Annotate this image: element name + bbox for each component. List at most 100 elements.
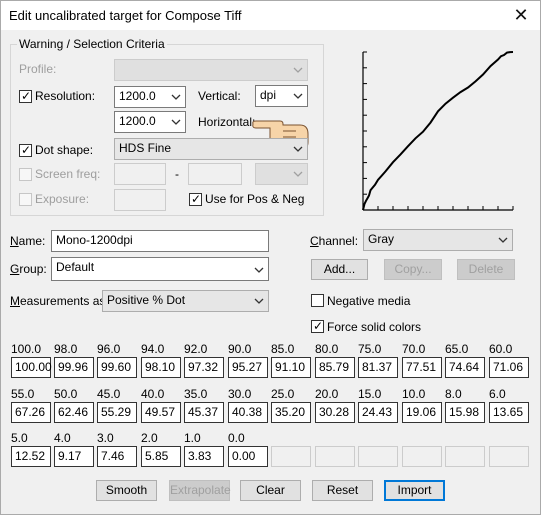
table-header-cell: 96.0	[97, 342, 121, 356]
extrapolate-button[interactable]: Extrapolate	[169, 480, 231, 501]
table-value-cell[interactable]: 35.20	[271, 402, 311, 423]
negative-media-checkbox[interactable]	[311, 294, 324, 307]
table-header-cell: 50.0	[54, 387, 78, 401]
resolution-label: Resolution:	[35, 89, 96, 103]
chevron-down-icon	[293, 93, 303, 99]
table-value-cell[interactable]: 30.28	[315, 402, 355, 423]
table-header-cell: 35.0	[184, 387, 208, 401]
resolution-horizontal-combo[interactable]: 1200.0	[114, 111, 186, 133]
reset-button[interactable]: Reset	[312, 480, 373, 501]
table-value-cell[interactable]	[445, 446, 485, 467]
name-value: Mono-1200dpi	[56, 233, 133, 247]
table-value-cell[interactable]: 100.00	[11, 357, 52, 378]
table-value-cell[interactable]: 99.96	[54, 357, 94, 378]
check-icon: ✓	[191, 192, 202, 206]
channel-select[interactable]: Gray	[363, 229, 513, 251]
measurements-select[interactable]: Positive % Dot	[102, 290, 269, 312]
screen-freq-unit-select[interactable]	[255, 163, 308, 185]
table-value-cell[interactable]: 55.29	[97, 402, 137, 423]
table-value-cell[interactable]: 7.46	[97, 446, 137, 467]
screen-freq-max-input[interactable]	[188, 163, 242, 185]
chevron-down-icon	[293, 67, 303, 73]
measurements-label: Measurements as:	[10, 294, 109, 308]
table-value-cell[interactable]: 62.46	[54, 402, 94, 423]
chevron-down-icon	[254, 298, 264, 304]
copy-button[interactable]: Copy...	[384, 259, 442, 280]
force-solid-checkbox[interactable]: ✓	[311, 320, 324, 333]
table-header-cell: 75.0	[358, 342, 382, 356]
table-header-cell: 3.0	[97, 431, 114, 445]
negative-media-label: Negative media	[327, 294, 411, 308]
delete-button[interactable]: Delete	[457, 259, 515, 280]
table-header-cell: 98.0	[54, 342, 78, 356]
force-solid-label: Force solid colors	[327, 320, 422, 334]
table-value-cell[interactable]: 24.43	[358, 402, 398, 423]
table-value-cell[interactable]	[489, 446, 529, 467]
name-input[interactable]: Mono-1200dpi	[51, 230, 269, 252]
table-value-cell[interactable]: 45.37	[184, 402, 224, 423]
table-value-cell[interactable]: 98.10	[141, 357, 181, 378]
table-value-cell[interactable]	[271, 446, 311, 467]
close-icon[interactable]: ✕	[509, 4, 533, 26]
resolution-vertical-combo[interactable]: 1200.0	[114, 86, 186, 108]
channel-label: Channel:	[310, 234, 359, 248]
table-header-cell: 6.0	[489, 387, 506, 401]
check-icon: ✓	[21, 143, 32, 157]
table-value-cell[interactable]: 40.38	[228, 402, 268, 423]
table-value-cell[interactable]: 0.00	[228, 446, 268, 467]
screen-freq-label: Screen freq:	[35, 167, 101, 181]
unit-select[interactable]: dpi	[255, 85, 308, 107]
name-label: Name:	[10, 234, 46, 248]
resolution-checkbox[interactable]: ✓	[19, 90, 32, 103]
clear-button[interactable]: Clear	[240, 480, 301, 501]
table-header-cell: 92.0	[184, 342, 208, 356]
use-pos-neg-checkbox[interactable]: ✓	[189, 193, 202, 206]
screen-freq-checkbox[interactable]	[19, 168, 32, 181]
table-header-cell: 8.0	[445, 387, 462, 401]
measurements-value: Positive % Dot	[107, 293, 186, 307]
table-value-cell[interactable]: 9.17	[54, 446, 94, 467]
table-header-cell: 2.0	[141, 431, 158, 445]
table-value-cell[interactable]	[402, 446, 442, 467]
dot-shape-checkbox[interactable]: ✓	[19, 144, 32, 157]
smooth-button[interactable]: Smooth	[96, 480, 157, 501]
table-value-cell[interactable]: 99.60	[97, 357, 137, 378]
import-button[interactable]: Import	[384, 480, 445, 501]
table-value-cell[interactable]: 12.52	[11, 446, 51, 467]
table-value-cell[interactable]: 77.51	[402, 357, 442, 378]
table-value-cell[interactable]: 3.83	[184, 446, 224, 467]
table-value-cell[interactable]: 85.79	[315, 357, 355, 378]
table-header-cell: 55.0	[11, 387, 35, 401]
table-value-cell[interactable]: 97.32	[184, 357, 224, 378]
screen-freq-min-input[interactable]	[114, 163, 166, 185]
table-value-cell[interactable]: 13.65	[489, 402, 529, 423]
table-header-cell: 5.0	[11, 431, 28, 445]
table-value-cell[interactable]: 67.26	[11, 402, 51, 423]
resolution-vertical-value: 1200.0	[119, 89, 156, 103]
table-value-cell[interactable]: 81.37	[358, 357, 398, 378]
table-value-cell[interactable]: 5.85	[141, 446, 181, 467]
table-value-cell[interactable]: 95.27	[228, 357, 268, 378]
table-header-cell: 100.0	[11, 342, 42, 356]
table-header-cell: 85.0	[271, 342, 295, 356]
chevron-down-icon	[293, 146, 303, 152]
table-header-cell: 65.0	[445, 342, 469, 356]
exposure-checkbox[interactable]	[19, 193, 32, 206]
add-button[interactable]: Add...	[311, 259, 368, 280]
table-value-cell[interactable]: 49.57	[141, 402, 181, 423]
table-value-cell[interactable]: 91.10	[271, 357, 311, 378]
table-value-cell[interactable]	[315, 446, 355, 467]
table-value-cell[interactable]: 19.06	[402, 402, 442, 423]
table-header-cell: 45.0	[97, 387, 121, 401]
table-value-cell[interactable]: 71.06	[489, 357, 529, 378]
chevron-down-icon	[498, 237, 508, 243]
group-label: Group:	[10, 262, 47, 276]
table-value-cell[interactable]: 74.64	[445, 357, 485, 378]
table-value-cell[interactable]	[358, 446, 398, 467]
group-select[interactable]: Default	[51, 257, 269, 281]
exposure-input[interactable]	[114, 189, 166, 211]
check-icon: ✓	[21, 89, 32, 103]
table-value-cell[interactable]: 15.98	[445, 402, 485, 423]
profile-select	[114, 59, 308, 81]
dot-shape-select[interactable]: HDS Fine	[114, 138, 308, 160]
